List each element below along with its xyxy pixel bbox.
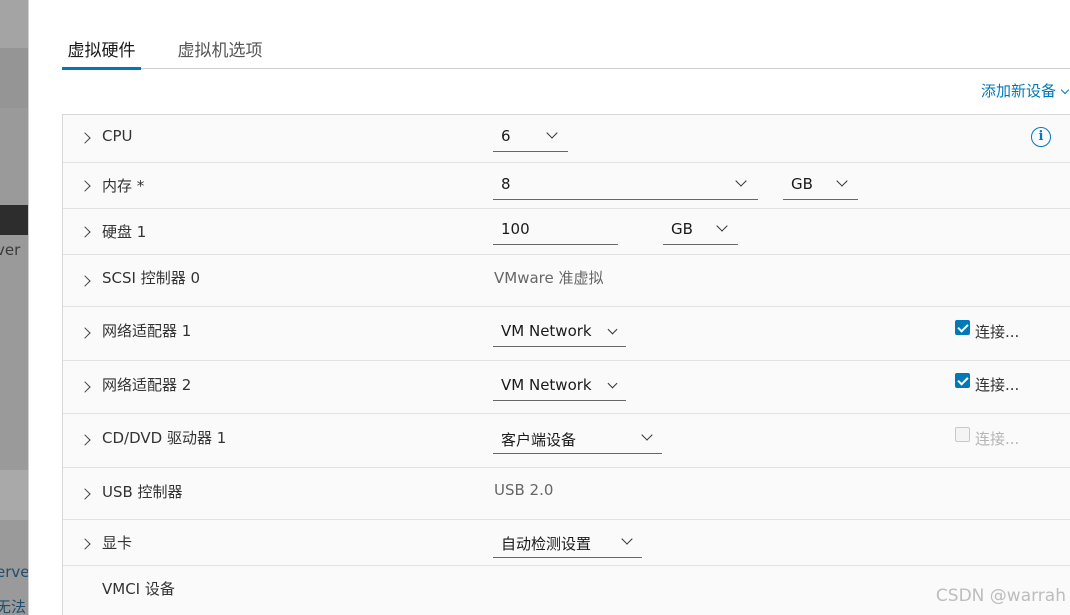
usb-controller-type: USB 2.0 xyxy=(494,481,554,499)
scsi-controller-type: VMware 准虚拟 xyxy=(494,269,604,287)
device-label: CPU xyxy=(102,127,133,145)
chevron-right-icon[interactable] xyxy=(79,488,91,500)
video-card-select[interactable]: 自动检测设置 xyxy=(493,528,642,558)
connect-checkbox[interactable] xyxy=(955,373,970,388)
device-row-video-card: 显卡 自动检测设置 xyxy=(63,520,1070,566)
background-band xyxy=(0,470,28,520)
device-label: 硬盘 1 xyxy=(102,223,147,241)
chevron-down-icon xyxy=(607,378,618,389)
chevron-right-icon[interactable] xyxy=(79,226,91,238)
chevron-down-icon xyxy=(735,175,747,187)
cpu-count-select[interactable]: 6 xyxy=(493,122,568,152)
select-value: 8 xyxy=(501,175,511,193)
device-label: SCSI 控制器 0 xyxy=(102,269,201,287)
chevron-right-icon[interactable] xyxy=(79,381,91,393)
watermark: CSDN @warrah xyxy=(935,586,1066,606)
connect-label: 连接... xyxy=(975,430,1020,448)
chevron-down-icon xyxy=(836,175,848,187)
connect-label: 连接... xyxy=(975,323,1020,341)
chevron-down-icon xyxy=(546,127,558,139)
background-text: 无法 xyxy=(0,598,27,615)
chevron-right-icon[interactable] xyxy=(79,275,91,287)
disk-size-input[interactable]: 100 xyxy=(493,215,618,245)
select-value: VM Network xyxy=(501,322,592,340)
background-text: erve xyxy=(0,563,28,581)
network-1-select[interactable]: VM Network xyxy=(493,317,626,347)
device-row-network-adapter-1: 网络适配器 1 VM Network 连接... xyxy=(63,307,1070,361)
device-label: 显卡 xyxy=(102,534,133,552)
select-value: VM Network xyxy=(501,376,592,394)
device-label: VMCI 设备 xyxy=(102,580,175,598)
background-band xyxy=(0,205,28,235)
tab-bar: 虚拟硬件 虚拟机选项 xyxy=(62,30,1070,70)
input-value: 100 xyxy=(501,220,530,238)
virtual-hardware-table: CPU 6 i 内存 * 8 GB 硬盘 1 100 GB SCSI 控制器 0… xyxy=(62,114,1070,615)
background-band xyxy=(0,0,28,48)
select-value: GB xyxy=(671,220,693,238)
info-icon[interactable]: i xyxy=(1031,127,1051,147)
device-label: 内存 * xyxy=(102,177,145,195)
connect-checkbox[interactable] xyxy=(955,320,970,335)
chevron-right-icon[interactable] xyxy=(79,180,91,192)
device-label: CD/DVD 驱动器 1 xyxy=(102,429,227,447)
chevron-right-icon[interactable] xyxy=(79,434,91,446)
connect-checkbox[interactable] xyxy=(955,427,970,442)
tab-vm-options[interactable]: 虚拟机选项 xyxy=(172,30,268,69)
edit-settings-dialog: 虚拟硬件 虚拟机选项 添加新设备 CPU 6 i 内存 * 8 GB 硬盘 1 … xyxy=(28,0,1070,615)
tab-virtual-hardware[interactable]: 虚拟硬件 xyxy=(62,30,141,70)
tab-label: 虚拟机选项 xyxy=(177,41,263,61)
memory-size-select[interactable]: 8 xyxy=(493,170,758,200)
add-new-device-button[interactable]: 添加新设备 xyxy=(980,80,1070,101)
chevron-down-icon xyxy=(621,533,633,545)
device-row-usb-controller: USB 控制器 USB 2.0 xyxy=(63,468,1070,520)
device-row-vmci: VMCI 设备 xyxy=(63,566,1070,615)
connect-label: 连接... xyxy=(975,376,1020,394)
device-row-cd-dvd-drive: CD/DVD 驱动器 1 客户端设备 连接... xyxy=(63,414,1070,468)
chevron-down-icon xyxy=(641,429,653,441)
chevron-down-icon xyxy=(607,324,618,335)
device-row-network-adapter-2: 网络适配器 2 VM Network 连接... xyxy=(63,361,1070,414)
background-text: ver xyxy=(0,241,21,259)
chevron-down-icon xyxy=(1060,85,1070,95)
disk-unit-select[interactable]: GB xyxy=(663,215,738,245)
select-value: 客户端设备 xyxy=(501,431,577,449)
memory-unit-select[interactable]: GB xyxy=(783,170,858,200)
device-label: USB 控制器 xyxy=(102,483,183,501)
tab-label: 虚拟硬件 xyxy=(67,41,136,61)
cd-dvd-media-select[interactable]: 客户端设备 xyxy=(493,424,662,454)
chevron-right-icon[interactable] xyxy=(79,327,91,339)
device-row-hard-disk: 硬盘 1 100 GB xyxy=(63,209,1070,255)
device-label: 网络适配器 2 xyxy=(102,376,192,394)
select-value: GB xyxy=(791,175,813,193)
select-value: 6 xyxy=(501,127,511,145)
chevron-right-icon[interactable] xyxy=(79,132,91,144)
device-row-memory: 内存 * 8 GB xyxy=(63,163,1070,209)
chevron-down-icon xyxy=(716,220,728,232)
device-label: 网络适配器 1 xyxy=(102,322,192,340)
chevron-right-icon[interactable] xyxy=(79,538,91,550)
background-page: ver erve 无法 xyxy=(0,0,28,615)
device-row-scsi-controller: SCSI 控制器 0 VMware 准虚拟 xyxy=(63,255,1070,307)
add-new-device-label: 添加新设备 xyxy=(980,82,1056,100)
select-value: 自动检测设置 xyxy=(501,535,592,553)
network-2-select[interactable]: VM Network xyxy=(493,371,626,401)
device-row-cpu: CPU 6 i xyxy=(63,115,1070,163)
background-band xyxy=(0,48,28,108)
